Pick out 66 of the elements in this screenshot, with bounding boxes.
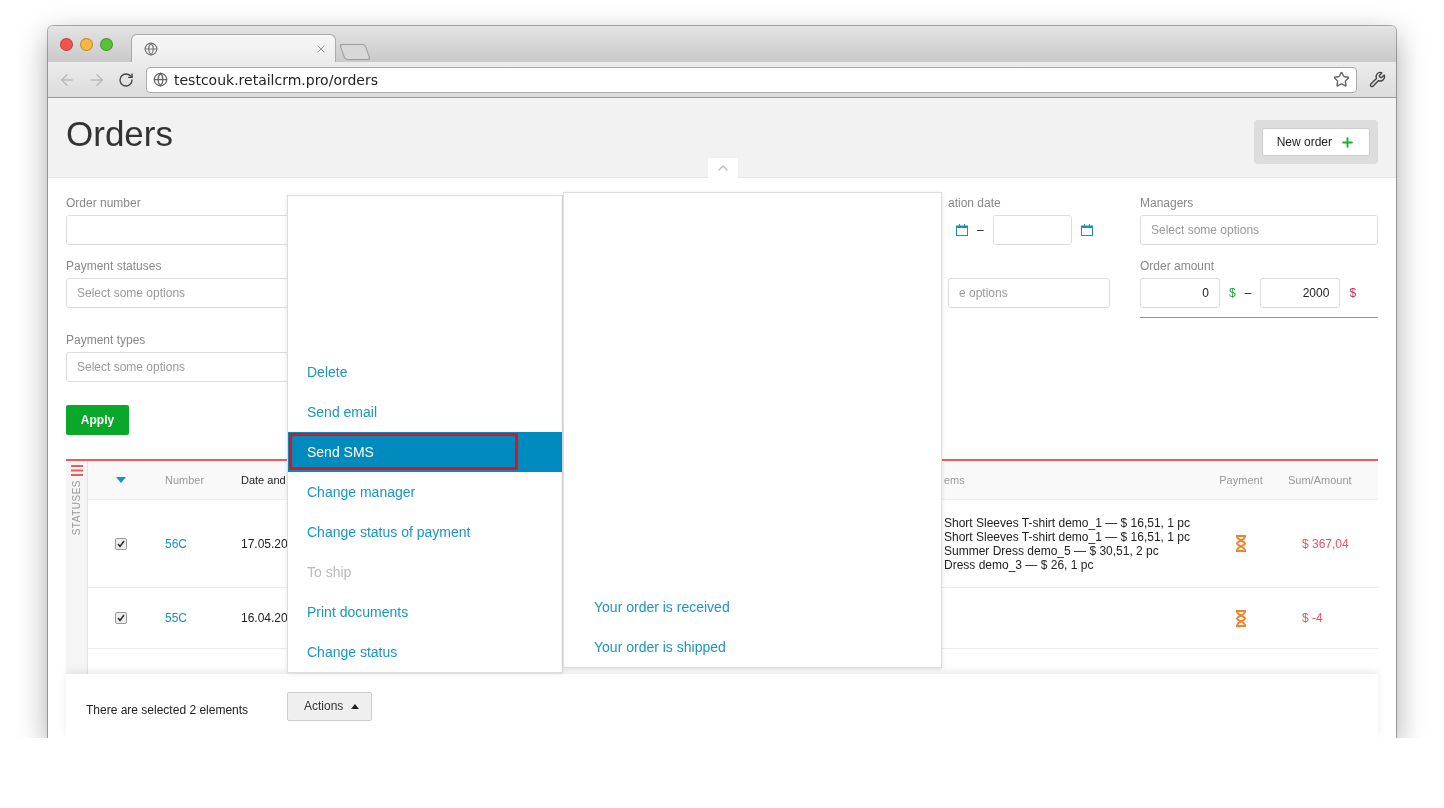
sidebar-label: STATUSES — [71, 480, 82, 536]
field-label: Managers — [1140, 196, 1195, 210]
date-field[interactable] — [992, 215, 1072, 245]
browser-tab[interactable] — [131, 34, 336, 62]
field-label: Payment statuses — [66, 259, 163, 273]
amount-field[interactable]: 2000 — [1260, 278, 1341, 308]
order-number-link[interactable]: 56C — [165, 536, 187, 551]
column-header[interactable]: Payment — [1219, 474, 1263, 486]
amount-field[interactable]: 0 — [1140, 278, 1220, 308]
selection-text: There are selected 2 elements — [86, 702, 250, 718]
maximize-icon[interactable] — [100, 37, 113, 51]
menu-item[interactable]: Send email — [288, 392, 562, 432]
apply-button[interactable]: Apply — [66, 405, 129, 435]
menu-item[interactable]: Change manager — [288, 472, 562, 512]
reload-icon[interactable] — [118, 71, 134, 88]
actions-button[interactable]: Actions — [287, 691, 373, 721]
new-order-button[interactable]: New order — [1261, 128, 1370, 156]
calendar-icon[interactable] — [956, 224, 968, 236]
close-icon[interactable] — [60, 37, 73, 51]
caret-icon — [351, 703, 360, 709]
range-dash: – — [1244, 286, 1252, 300]
menu-icon[interactable] — [70, 465, 83, 476]
field-label: Order number — [66, 196, 142, 210]
currency-label: $ — [1229, 286, 1236, 300]
calendar-icon[interactable] — [1080, 224, 1093, 236]
globe-icon — [153, 72, 168, 87]
menu-item[interactable]: Send SMS — [288, 432, 562, 472]
menu-item[interactable]: Your order is shipped — [564, 627, 941, 667]
order-item: Summer Dress demo_5 — $ 30,51, 2 pc — [944, 543, 1159, 558]
menu-item[interactable]: Change status — [288, 632, 562, 672]
order-number-link[interactable]: 55C — [165, 611, 187, 625]
order-item: Short Sleeves T-shirt demo_1 — $ 16,51, 1 pc — [944, 529, 1190, 544]
select-field[interactable]: e options — [948, 278, 1110, 308]
order-sum: $ 367,04 — [1302, 536, 1349, 551]
page-title: Orders — [66, 114, 173, 155]
menu-item[interactable]: Delete — [288, 352, 562, 392]
star-icon[interactable] — [1333, 71, 1350, 88]
menu-item[interactable]: Print documents — [288, 592, 562, 632]
globe-icon — [144, 41, 158, 56]
table-cell: 17.05.20 — [241, 536, 288, 551]
field-label: Order amount — [1140, 259, 1216, 273]
range-dash: – — [977, 223, 984, 237]
field-label: Payment types — [66, 333, 147, 347]
wrench-icon[interactable] — [1369, 71, 1386, 88]
table-cell: 16.04.20 — [241, 611, 288, 625]
column-header[interactable]: Date and — [241, 474, 286, 486]
menu-item[interactable]: Change status of payment — [288, 512, 562, 552]
plus-icon — [1340, 134, 1355, 150]
column-header[interactable]: Sum/Amount — [1288, 474, 1352, 486]
field-label: ation date — [948, 196, 1002, 210]
new-tab-button[interactable] — [339, 44, 371, 60]
column-header[interactable]: Number — [165, 474, 205, 486]
row-checkbox[interactable] — [115, 612, 127, 624]
menu-item[interactable]: Your order is received — [564, 587, 941, 627]
currency-label: $ — [1349, 286, 1357, 300]
row-checkbox[interactable] — [115, 537, 127, 550]
order-item: Dress demo_3 — $ 26, 1 pc — [944, 557, 1094, 572]
address-bar[interactable]: testcouk.retailcrm.pro/orders — [146, 66, 1357, 93]
order-item: Short Sleeves T-shirt demo_1 — $ 16,51, 1 pc — [944, 515, 1190, 530]
column-header[interactable]: ems — [944, 474, 965, 486]
hourglass-icon — [1235, 609, 1247, 627]
hourglass-icon — [1235, 535, 1247, 552]
select-field[interactable]: Select some options — [1140, 215, 1378, 245]
minimize-icon[interactable] — [80, 37, 93, 51]
sort-caret-icon[interactable] — [116, 477, 126, 483]
order-sum: $ -4 — [1302, 611, 1323, 625]
